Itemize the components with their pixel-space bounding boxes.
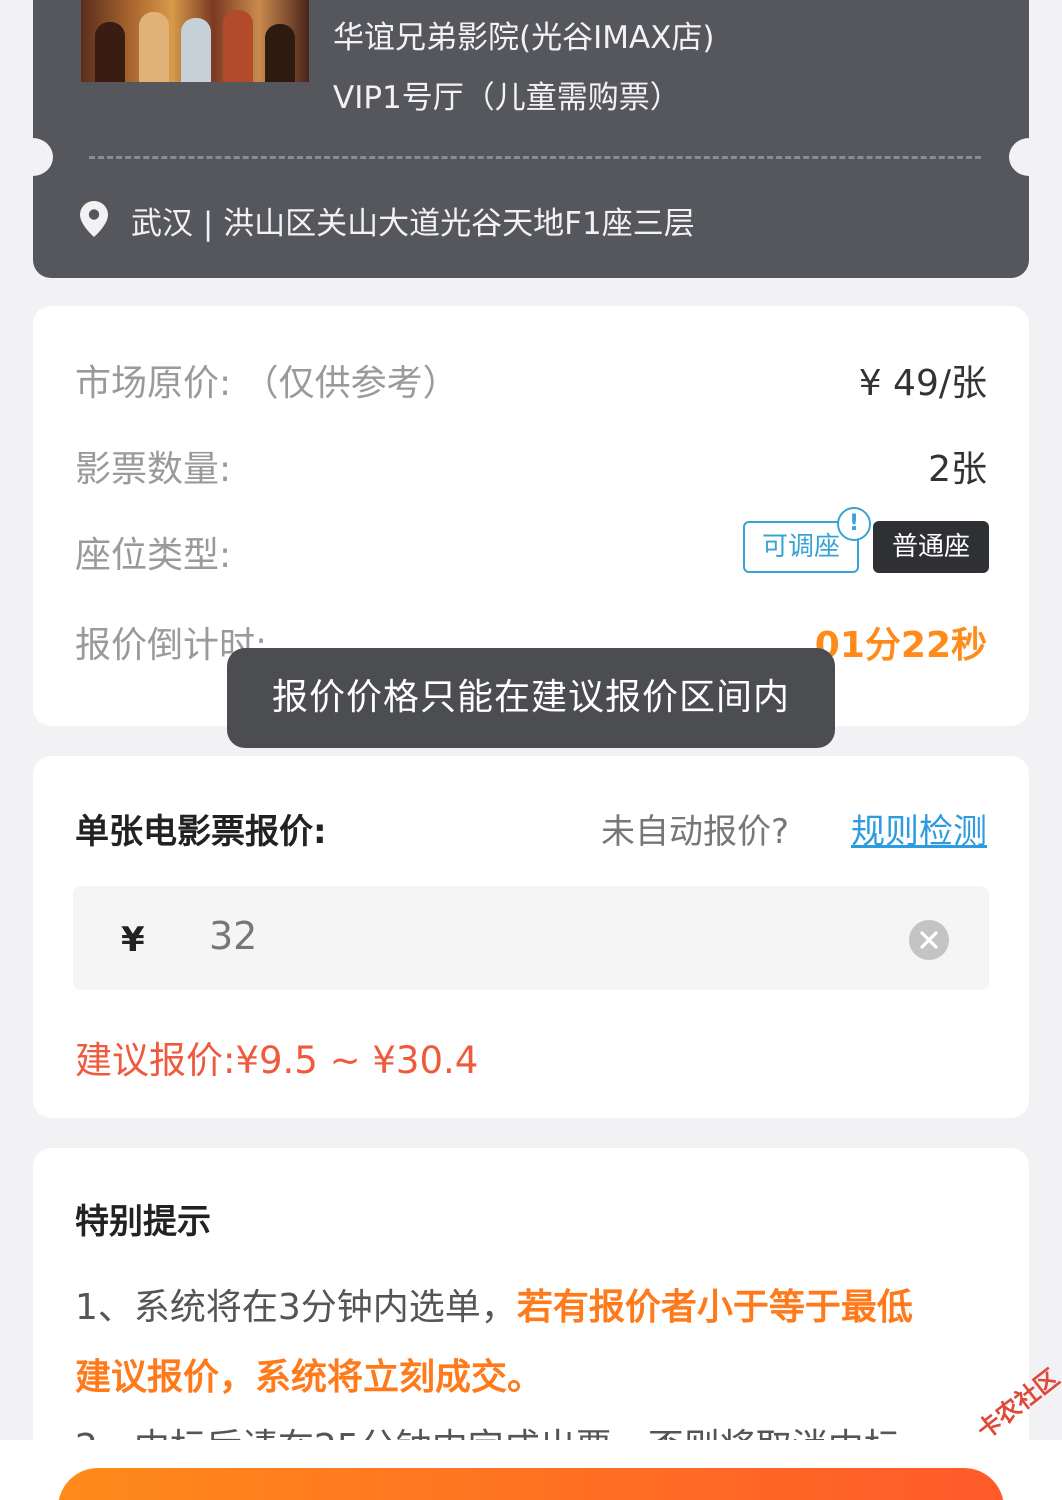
toast-message: 报价价格只能在建议报价区间内	[227, 648, 835, 748]
market-price-label: 市场原价: （仅供参考）	[75, 363, 459, 404]
seat-type-label: 座位类型:	[75, 535, 232, 576]
currency-symbol: ¥	[121, 920, 145, 960]
quote-title: 单张电影票报价:	[75, 812, 327, 852]
rule-check-link[interactable]: 规则检测	[851, 804, 987, 853]
ticket-notch-right	[1009, 138, 1049, 176]
price-input[interactable]: ¥ 32	[73, 886, 989, 990]
suggested-price: 建议报价:¥9.5 ~ ¥30.4	[75, 1039, 479, 1082]
countdown-value: 01分22秒	[814, 625, 987, 666]
no-auto-quote-text: 未自动报价?	[601, 812, 790, 852]
market-price-value: ¥ 49/张	[858, 363, 987, 404]
price-input-value[interactable]: 32	[209, 914, 257, 958]
cinema-name: 华谊兄弟影院(光谷IMAX店)	[333, 20, 715, 56]
tip-line-1: 1、系统将在3分钟内选单，若有报价者小于等于最低	[75, 1278, 913, 1330]
clear-icon[interactable]	[909, 920, 949, 960]
tip-line-2: 建议报价，系统将立刻成交。	[75, 1357, 544, 1398]
seat-normal-tag[interactable]: 普通座	[873, 521, 989, 573]
ticket-notch-left	[13, 138, 53, 176]
info-icon[interactable]: !	[837, 507, 871, 541]
hall-name: VIP1号厅（儿童需购票）	[333, 80, 681, 116]
ticket-divider	[89, 156, 981, 159]
quantity-value: 2张	[928, 449, 987, 490]
quantity-label: 影票数量:	[75, 449, 232, 490]
quote-card: 单张电影票报价: 未自动报价? 规则检测 ¥ 32 建议报价:¥9.5 ~ ¥3…	[33, 756, 1029, 1118]
cinema-address: 武汉 | 洪山区关山大道光谷天地F1座三层	[131, 206, 695, 242]
movie-poster	[81, 0, 309, 82]
tip-line-1-normal: 1、系统将在3分钟内选单，	[75, 1287, 517, 1328]
location-pin-icon	[80, 201, 108, 237]
tips-title: 特别提示	[75, 1202, 211, 1242]
tip-line-1-highlight: 若有报价者小于等于最低	[516, 1287, 913, 1328]
ticket-card: 华谊兄弟影院(光谷IMAX店) VIP1号厅（儿童需购票） 武汉 | 洪山区关山…	[13, 0, 1049, 278]
submit-button[interactable]	[58, 1468, 1004, 1500]
